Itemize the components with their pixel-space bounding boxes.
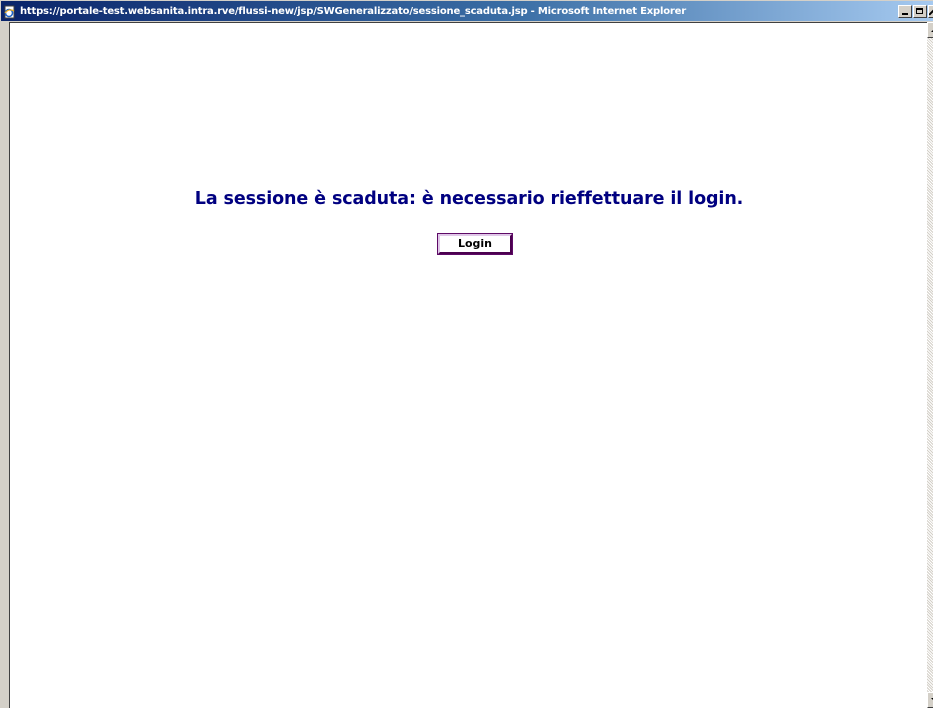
ie-page-icon: [3, 4, 17, 19]
browser-window: https://portale-test.websanita.intra.rve…: [0, 0, 933, 708]
scroll-down-icon[interactable]: [927, 692, 933, 708]
window-controls: [897, 4, 933, 18]
minimize-icon[interactable]: [898, 4, 912, 18]
close-icon[interactable]: [928, 4, 933, 18]
title-bar[interactable]: https://portale-test.websanita.intra.rve…: [1, 1, 933, 21]
login-button-container: Login: [10, 232, 928, 255]
session-expired-message: La sessione è scaduta: è necessario rief…: [194, 189, 744, 209]
login-button[interactable]: Login: [437, 232, 513, 255]
page-content: La sessione è scaduta: è necessario rief…: [9, 22, 927, 708]
scroll-up-icon[interactable]: [927, 22, 933, 38]
vertical-scrollbar[interactable]: [927, 22, 933, 708]
window-title: https://portale-test.websanita.intra.rve…: [20, 5, 686, 17]
maximize-icon[interactable]: [913, 4, 927, 18]
